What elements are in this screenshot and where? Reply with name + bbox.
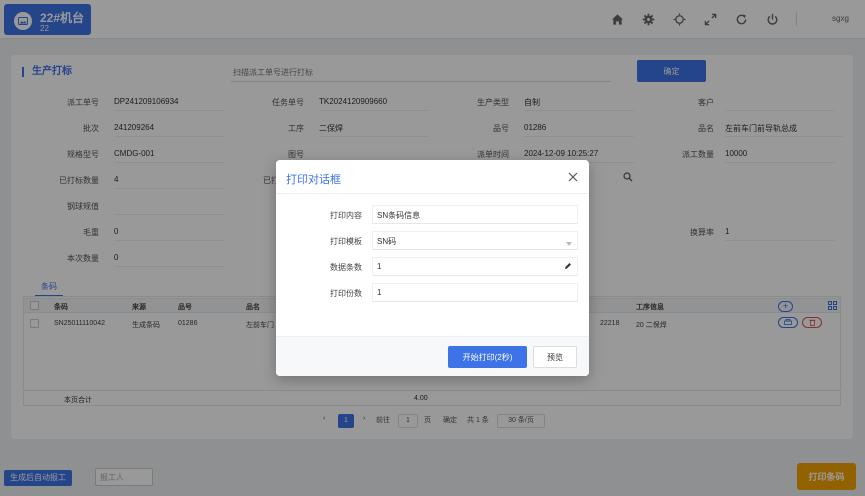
print-content-label: 打印内容 <box>330 211 362 220</box>
copies-field[interactable]: 1 <box>372 283 578 302</box>
print-template-label: 打印模板 <box>330 237 362 246</box>
chevron-down-icon <box>566 239 572 248</box>
preview-button[interactable]: 预览 <box>533 346 577 368</box>
dialog-header-divider <box>276 193 589 194</box>
data-count-label: 数据条数 <box>330 263 362 272</box>
print-template-select[interactable]: SN码 <box>372 231 578 250</box>
copies-label: 打印份数 <box>330 289 362 298</box>
edit-icon[interactable] <box>564 262 572 272</box>
dialog-title: 打印对话框 <box>286 174 341 186</box>
data-count-value: 1 <box>377 262 382 271</box>
close-icon[interactable] <box>566 170 580 184</box>
start-print-button[interactable]: 开始打印(2秒) <box>448 346 527 368</box>
print-dialog: 打印对话框 打印内容 SN条码信息 打印模板 SN码 数据条数 1 打印份数 1… <box>276 160 589 376</box>
print-template-value: SN码 <box>377 237 397 246</box>
print-content-field[interactable]: SN条码信息 <box>372 205 578 224</box>
data-count-field[interactable]: 1 <box>372 257 578 276</box>
